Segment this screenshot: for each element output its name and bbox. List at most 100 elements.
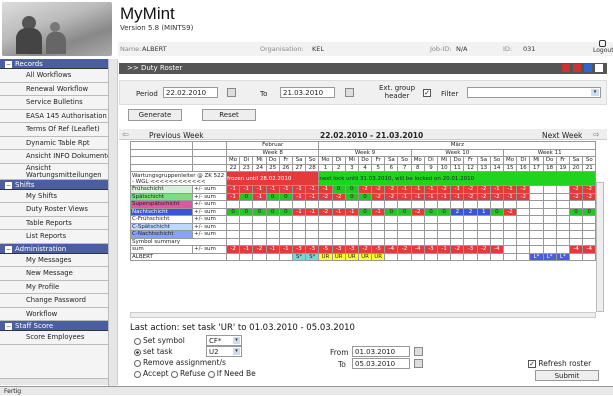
assignment-cell[interactable] xyxy=(437,252,452,261)
arrow-right-icon[interactable]: ⇨ xyxy=(593,130,600,139)
to-date-input[interactable]: 21.03.2010 xyxy=(280,87,335,98)
assignment-cell[interactable] xyxy=(410,252,425,261)
sidebar-item[interactable]: New Message xyxy=(0,267,117,281)
next-week-link[interactable]: Next Week xyxy=(542,131,582,140)
roster-cell xyxy=(291,222,307,231)
set-symbol-option[interactable]: Set symbol xyxy=(134,336,185,345)
sidebar-hscrollbar[interactable] xyxy=(0,378,108,385)
assignment-cell[interactable]: UR xyxy=(318,252,333,261)
window-icon[interactable] xyxy=(595,64,603,72)
radio[interactable] xyxy=(134,348,141,356)
if-need-be-label[interactable]: If Need Be xyxy=(217,369,256,378)
sidebar-item[interactable]: My Messages xyxy=(0,253,117,267)
assignment-cell[interactable] xyxy=(476,252,491,261)
radio[interactable] xyxy=(134,370,141,378)
previous-week-link[interactable]: Previous Week xyxy=(149,131,204,140)
filter-select[interactable]: ▾ xyxy=(467,87,601,98)
assignment-cell[interactable]: L* xyxy=(529,252,544,261)
radio[interactable] xyxy=(207,370,215,378)
sidebar-item[interactable]: Workflow xyxy=(0,307,117,321)
assignment-cell[interactable] xyxy=(568,252,584,261)
sidebar-item[interactable]: Dynamic Table Rpt xyxy=(0,136,117,150)
assignment-cell[interactable] xyxy=(502,252,518,261)
logout-button[interactable]: Logout xyxy=(593,40,613,54)
assignment-cell[interactable]: L* xyxy=(542,252,557,261)
assignment-cell[interactable]: UR xyxy=(357,252,373,261)
assignment-cell[interactable] xyxy=(450,252,465,261)
assignment-cell[interactable]: UR xyxy=(331,252,346,261)
assignment-cell[interactable] xyxy=(384,252,399,261)
sidebar-item[interactable]: Duty Roster Views xyxy=(0,203,117,217)
sidebar-section-admin[interactable]: Administration xyxy=(0,243,117,254)
sidebar-item[interactable]: My Shifts xyxy=(0,189,117,203)
radio[interactable] xyxy=(134,337,141,345)
assignment-cell[interactable] xyxy=(463,252,478,261)
ext-group-header-checkbox[interactable]: ✓ xyxy=(423,89,431,97)
radio[interactable] xyxy=(134,359,141,367)
refuse-label[interactable]: Refuse xyxy=(180,369,205,378)
sidebar-item[interactable]: Service Bulletins xyxy=(0,96,117,110)
refresh-roster-checkbox[interactable]: ✓ xyxy=(528,360,536,368)
sidebar-section-staff[interactable]: Staff Score xyxy=(0,321,117,331)
sidebar-item[interactable]: Terms Of Ref (Leaflet) xyxy=(0,123,117,137)
assignment-cell[interactable] xyxy=(423,252,439,261)
assignment-cell[interactable] xyxy=(516,252,531,261)
assignment-cell[interactable] xyxy=(225,252,241,261)
generate-button[interactable]: Generate xyxy=(128,109,182,121)
sidebar-item[interactable]: Ansicht INFO Dokumente xyxy=(0,150,117,164)
grid-vscrollbar[interactable] xyxy=(596,182,604,312)
roster-cell: -1 xyxy=(450,192,465,201)
assignment-cell[interactable]: L* xyxy=(555,252,570,261)
sidebar-item[interactable]: EASA 145 Authorisation xyxy=(0,109,117,123)
sidebar-item[interactable]: Renewal Workflow xyxy=(0,82,117,96)
arrow-left-icon[interactable]: ⇦ xyxy=(122,130,129,139)
task-select[interactable]: U2 ▾ xyxy=(206,346,242,357)
assignment-cell[interactable]: S* xyxy=(305,252,320,261)
sidebar-section-records[interactable]: Records xyxy=(0,59,117,69)
assignment-cell[interactable]: UR xyxy=(344,252,359,261)
remove-assignment-option[interactable]: Remove assignment/s xyxy=(134,358,226,367)
assignment-cell[interactable] xyxy=(489,252,504,261)
sidebar-item[interactable]: List Reports xyxy=(0,230,117,244)
calendar-icon[interactable] xyxy=(414,347,423,356)
sidebar-scrollbar[interactable] xyxy=(108,59,117,386)
mail-icon[interactable] xyxy=(584,64,592,72)
assignment-cell[interactable] xyxy=(265,252,280,261)
symbol-select[interactable]: CF* ▾ xyxy=(206,335,242,346)
calendar-icon[interactable] xyxy=(345,88,354,97)
sidebar-item[interactable]: Ansicht Wartungsmitteilungen xyxy=(0,163,117,180)
from-date-input[interactable]: 22.02.2010 xyxy=(163,87,218,98)
submit-button[interactable]: Submit xyxy=(535,370,599,381)
assignment-cell[interactable] xyxy=(252,252,267,261)
print-icon[interactable] xyxy=(562,64,570,72)
reset-button[interactable]: Reset xyxy=(202,109,256,121)
roster-cell: -2 xyxy=(371,185,386,194)
refresh-roster-option[interactable]: ✓ Refresh roster xyxy=(528,359,591,368)
sidebar-item[interactable]: Score Employees xyxy=(0,331,117,345)
chevron-down-icon: ▾ xyxy=(233,348,240,355)
sidebar-item[interactable]: All Workflows xyxy=(0,69,117,83)
sidebar-section-shifts[interactable]: Shifts xyxy=(0,179,117,190)
task-from-input[interactable]: 01.03.2010 xyxy=(352,346,410,357)
assignment-cell[interactable]: UR xyxy=(371,252,386,261)
radio[interactable] xyxy=(170,370,178,378)
roster-cell: -2 xyxy=(568,192,584,201)
sidebar-item[interactable]: Table Reports xyxy=(0,216,117,230)
assignment-cell[interactable]: S* xyxy=(291,252,307,261)
assignment-cell[interactable] xyxy=(239,252,254,261)
calendar-icon[interactable] xyxy=(414,359,423,368)
sidebar-item[interactable]: My Profile xyxy=(0,280,117,294)
logo xyxy=(2,2,112,56)
assignment-cell[interactable] xyxy=(397,252,412,261)
export-icon[interactable] xyxy=(573,64,581,72)
shift-name: Frühschicht xyxy=(130,185,193,194)
task-to-input[interactable]: 05.03.2010 xyxy=(352,358,410,369)
calendar-icon[interactable] xyxy=(227,88,236,97)
assignment-cell[interactable] xyxy=(582,252,597,261)
assignment-cell[interactable] xyxy=(278,252,293,261)
sidebar-item[interactable]: Change Password xyxy=(0,294,117,308)
set-task-option[interactable]: set task xyxy=(134,347,173,356)
accept-label[interactable]: Accept xyxy=(143,369,169,378)
grid-hscrollbar[interactable] xyxy=(130,312,596,318)
roster-cell xyxy=(542,215,557,224)
